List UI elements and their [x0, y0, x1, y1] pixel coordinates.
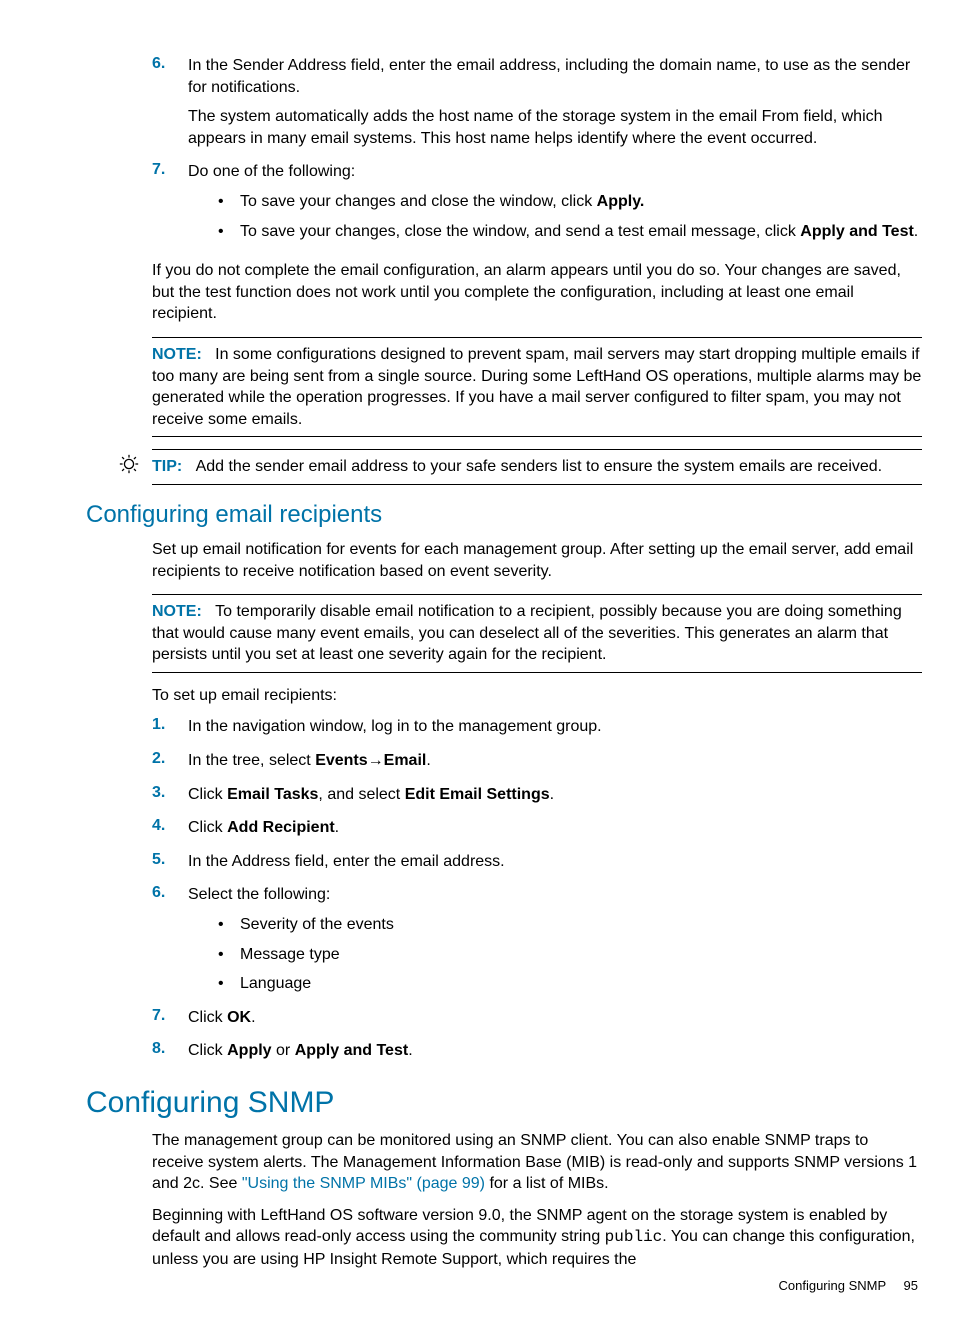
note-text: To temporarily disable email notificatio…: [152, 603, 902, 663]
step-text: Select the following:: [188, 884, 922, 906]
step-number: 3.: [152, 784, 188, 814]
step-7-content: Do one of the following: To save your ch…: [188, 161, 922, 250]
step-number: 6.: [152, 884, 188, 1002]
completion-warning-paragraph: If you do not complete the email configu…: [152, 260, 922, 325]
code-public: public: [605, 1228, 663, 1246]
bullet-apply-and-test: To save your changes, close the window, …: [212, 221, 922, 243]
step-6-content: In the Sender Address field, enter the e…: [188, 55, 922, 157]
step-text: Click Apply or Apply and Test.: [188, 1040, 922, 1062]
step-7-text: Do one of the following:: [188, 161, 922, 183]
snmp-paragraph-2: Beginning with LeftHand OS software vers…: [152, 1205, 922, 1271]
bullet-apply: To save your changes and close the windo…: [212, 191, 922, 213]
step-number: 8.: [152, 1040, 188, 1070]
step-text: In the tree, select Events→Email.: [188, 750, 922, 772]
step-6-text-1: In the Sender Address field, enter the e…: [188, 55, 922, 98]
tip-icon: [118, 449, 152, 485]
step-number: 2.: [152, 750, 188, 780]
bullet-severity: Severity of the events: [212, 914, 922, 936]
page-footer: Configuring SNMP 95: [778, 1278, 918, 1293]
note-text: In some configurations designed to preve…: [152, 346, 921, 428]
footer-page-number: 95: [904, 1278, 918, 1293]
email-recipients-intro: Set up email notification for events for…: [152, 539, 922, 582]
tip-text: Add the sender email address to your saf…: [196, 458, 883, 475]
step-number: 5.: [152, 851, 188, 881]
link-using-snmp-mibs[interactable]: "Using the SNMP MIBs" (page 99): [242, 1175, 485, 1192]
step-number: 7.: [152, 1007, 188, 1037]
step-text: In the Address field, enter the email ad…: [188, 851, 922, 873]
recipients-steps: 1. In the navigation window, log in to t…: [152, 716, 922, 1070]
step-number: 1.: [152, 716, 188, 746]
step-text: Click Email Tasks, and select Edit Email…: [188, 784, 922, 806]
note-disable-notification: NOTE: To temporarily disable email notif…: [152, 594, 922, 673]
continued-steps: 6. In the Sender Address field, enter th…: [152, 55, 922, 437]
step-number: 4.: [152, 817, 188, 847]
step-number-6: 6.: [152, 55, 188, 157]
snmp-paragraph-1: The management group can be monitored us…: [152, 1130, 922, 1195]
heading-configuring-snmp: Configuring SNMP: [86, 1086, 926, 1120]
step-text: Click OK.: [188, 1007, 922, 1029]
note-label: NOTE:: [152, 346, 202, 363]
tip-label: TIP:: [152, 458, 182, 475]
heading-configuring-email-recipients: Configuring email recipients: [86, 501, 926, 529]
step-6-text-2: The system automatically adds the host n…: [188, 106, 922, 149]
recipients-leadin: To set up email recipients:: [152, 685, 922, 707]
bullet-message-type: Message type: [212, 944, 922, 966]
step-text: Click Add Recipient.: [188, 817, 922, 839]
tip-safe-senders: TIP: Add the sender email address to you…: [118, 449, 926, 485]
step-number-7: 7.: [152, 161, 188, 250]
note-spam-filter: NOTE: In some configurations designed to…: [152, 337, 922, 437]
bullet-language: Language: [212, 973, 922, 995]
note-label: NOTE:: [152, 603, 202, 620]
step-text: In the navigation window, log in to the …: [188, 716, 922, 738]
footer-section-title: Configuring SNMP: [778, 1278, 885, 1293]
